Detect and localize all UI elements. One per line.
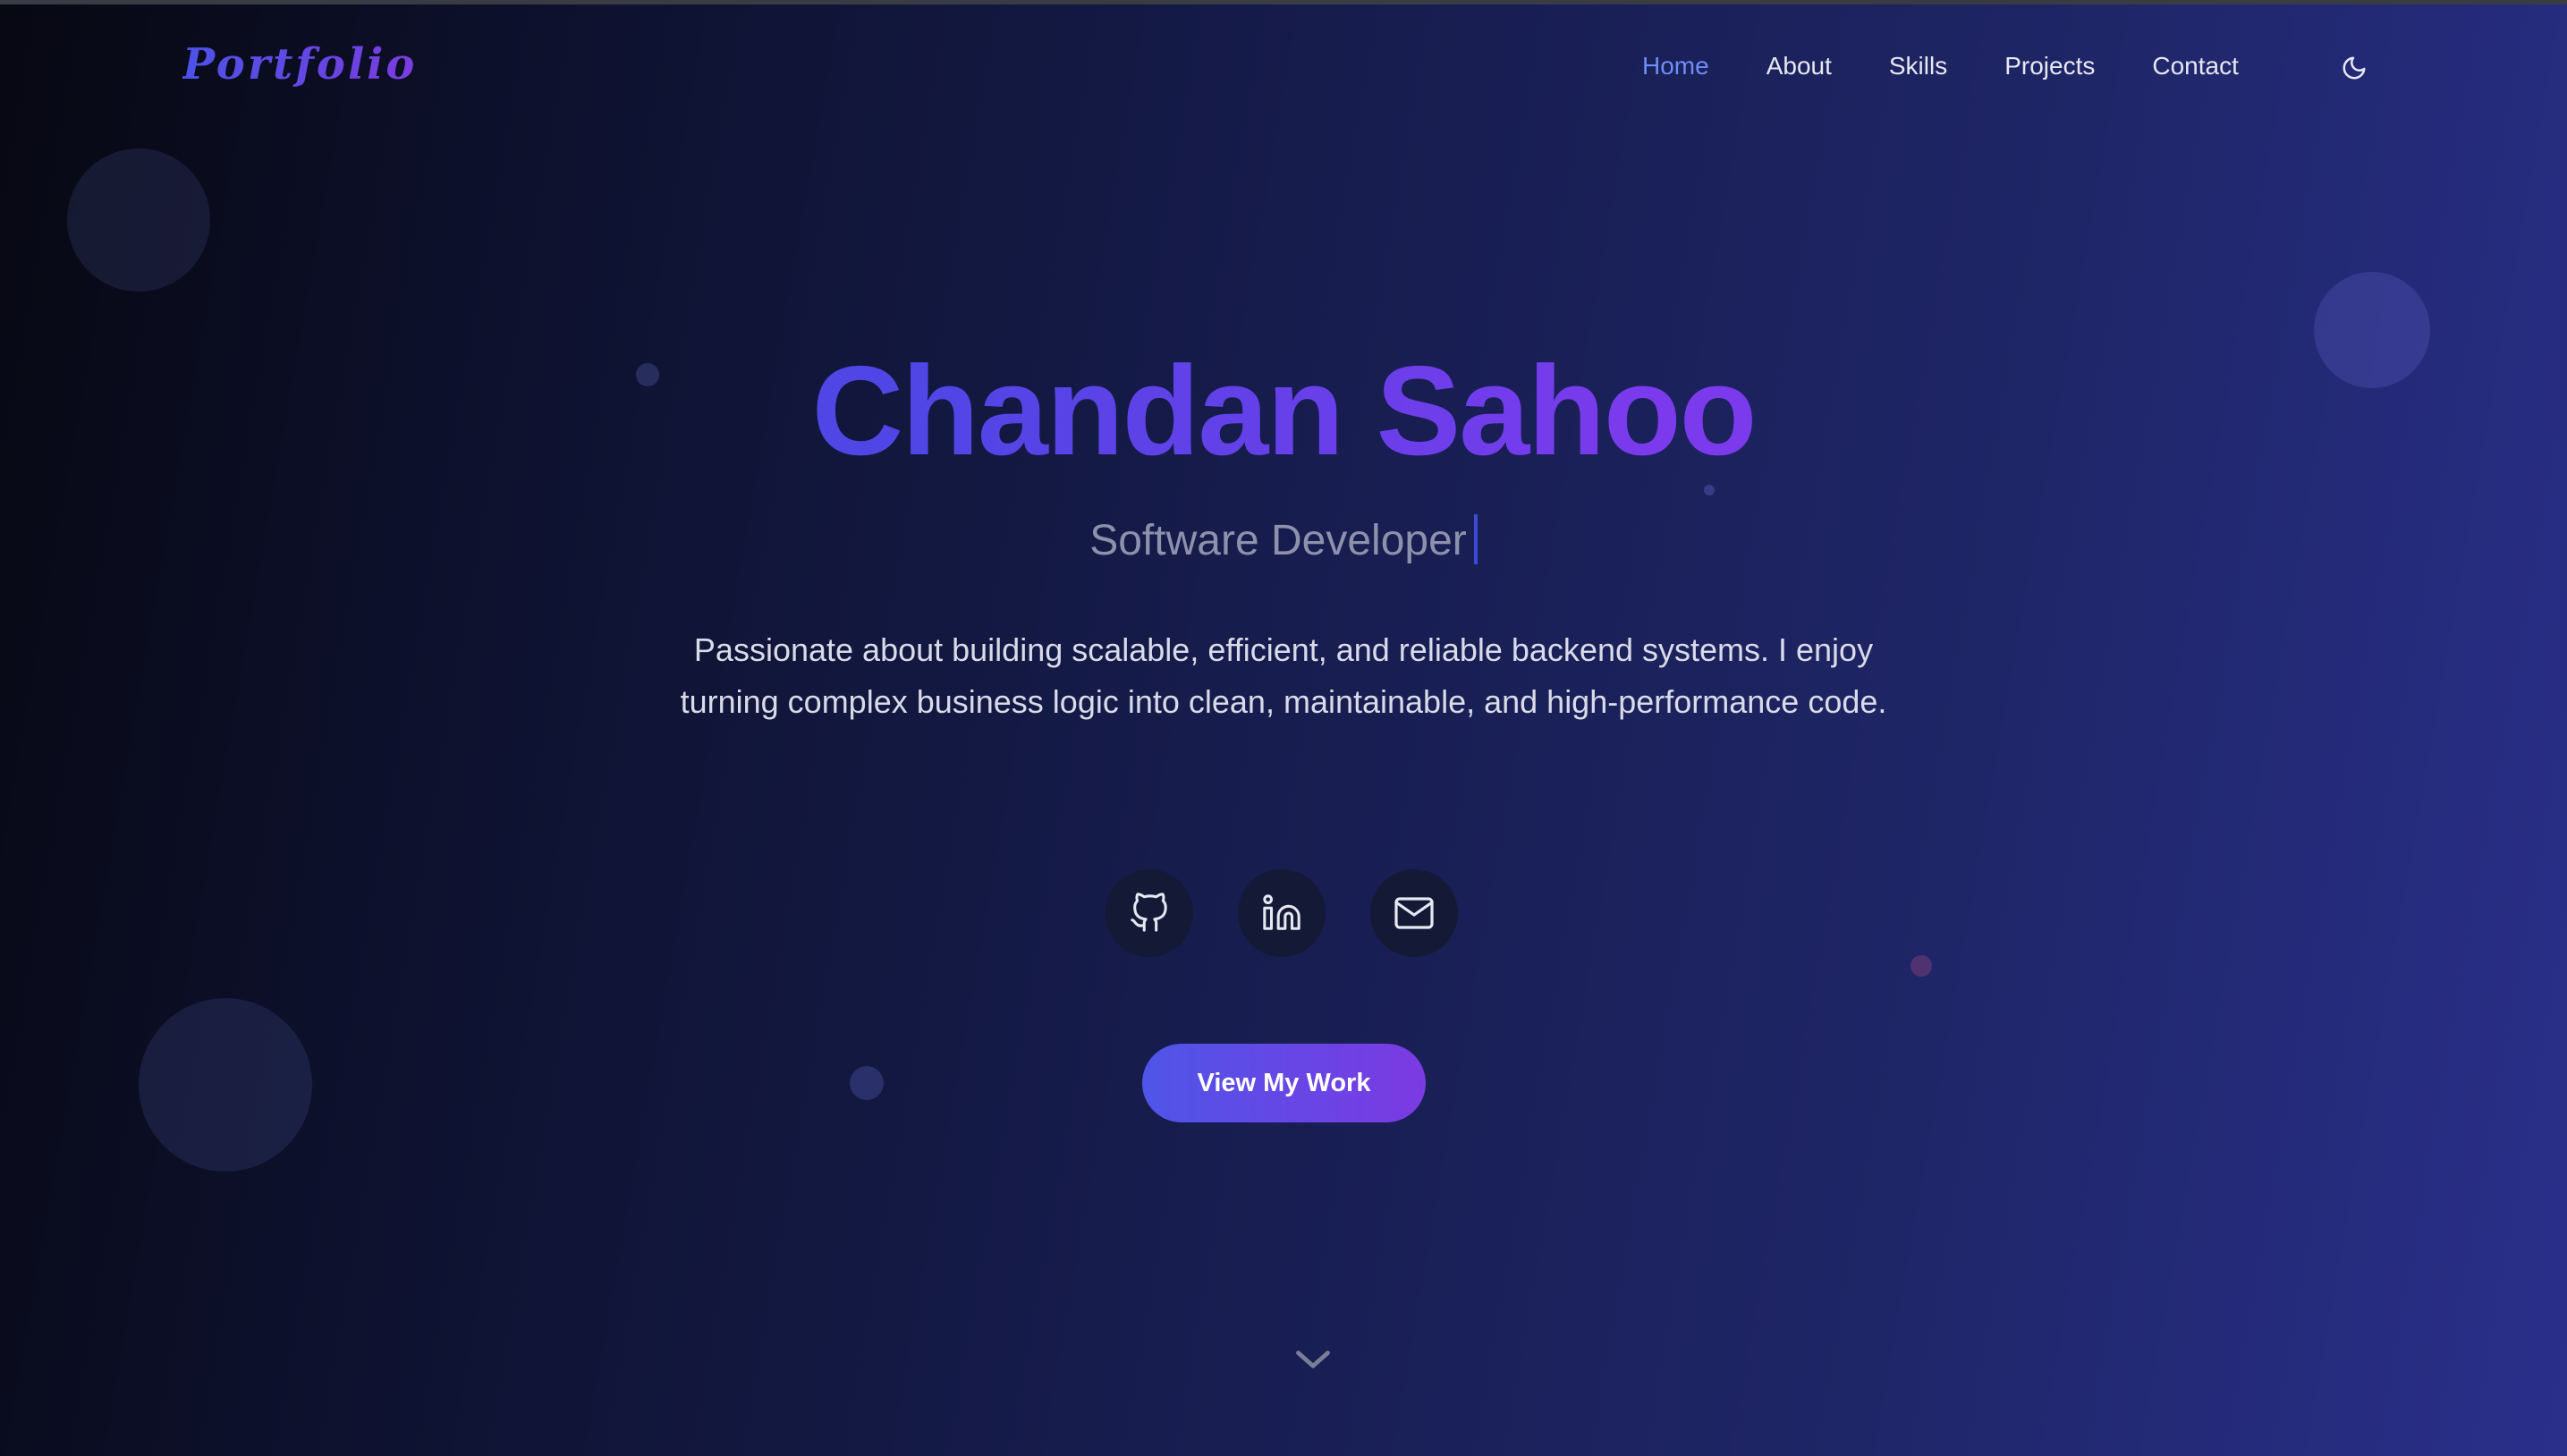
nav-item-contact[interactable]: Contact (2152, 50, 2239, 82)
chevron-down-icon (1296, 1350, 1330, 1368)
nav-item-projects[interactable]: Projects (2004, 50, 2095, 82)
window-top-border (0, 0, 2567, 4)
decorative-bubble (1704, 485, 1715, 495)
nav-item-about[interactable]: About (1766, 50, 1832, 82)
github-link[interactable] (1106, 869, 1193, 957)
linkedin-icon (1263, 894, 1300, 930)
email-link[interactable] (1370, 869, 1458, 957)
main-nav: Home About Skills Projects Contact (1642, 50, 2296, 82)
decorative-bubble (139, 998, 312, 1172)
scroll-down-button[interactable] (1293, 1342, 1333, 1377)
mail-icon (1394, 897, 1434, 929)
view-my-work-button[interactable]: View My Work (1142, 1044, 1426, 1122)
site-logo[interactable]: Portfolio (182, 39, 417, 89)
linkedin-link[interactable] (1238, 869, 1326, 957)
decorative-bubble (67, 148, 210, 292)
nav-item-skills[interactable]: Skills (1889, 50, 1947, 82)
hero-role: Software Developer (0, 510, 2567, 572)
hero-name: Chandan Sahoo (0, 340, 2567, 483)
nav-item-home[interactable]: Home (1642, 50, 1709, 82)
social-links (1106, 869, 1503, 957)
hero-description: Passionate about building scalable, effi… (680, 631, 1887, 720)
hero-role-text: Software Developer (1089, 517, 1467, 564)
decorative-bubble (1910, 955, 1932, 977)
moon-icon (2342, 56, 2366, 80)
typing-caret (1473, 514, 1478, 565)
github-icon (1131, 893, 1167, 932)
decorative-bubble (850, 1066, 884, 1100)
theme-toggle-button[interactable] (2336, 50, 2372, 86)
